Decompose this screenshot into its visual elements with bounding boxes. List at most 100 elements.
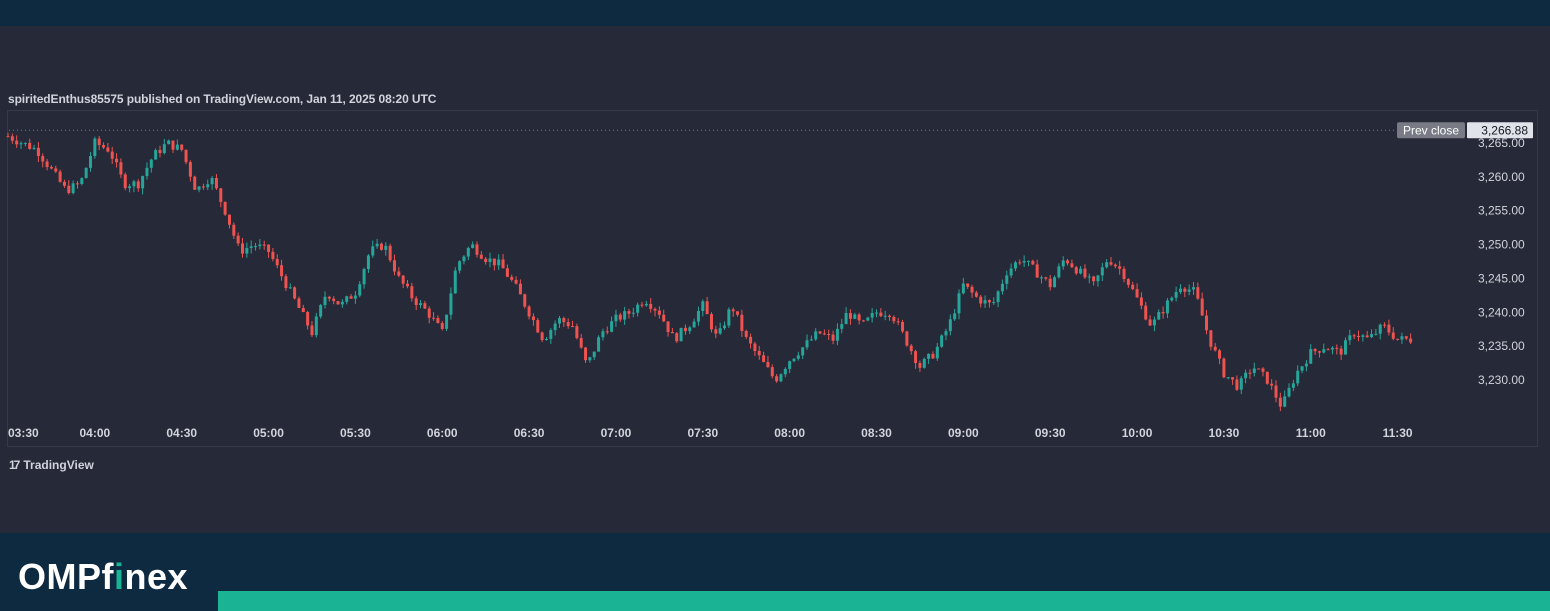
candle-body xyxy=(397,271,401,276)
candle-body xyxy=(683,327,687,332)
candle-body xyxy=(1122,268,1126,280)
candle-body xyxy=(1118,266,1122,269)
candle-body xyxy=(340,301,344,305)
candle-body xyxy=(375,243,379,247)
candle-body xyxy=(692,321,696,328)
candle-body xyxy=(705,301,709,315)
x-tick-label: 06:30 xyxy=(514,426,545,440)
candle-body xyxy=(1322,349,1326,353)
candle-body xyxy=(162,144,166,154)
x-tick-label: 11:30 xyxy=(1383,426,1413,440)
candle-body xyxy=(531,316,535,321)
candle-body xyxy=(1235,379,1239,390)
candle-body xyxy=(544,338,548,341)
candle-body xyxy=(484,258,488,263)
candle-body xyxy=(575,326,579,339)
x-tick-label: 04:00 xyxy=(79,426,110,440)
candle-body xyxy=(1192,287,1196,290)
candle-body xyxy=(1109,262,1113,265)
candle-body xyxy=(432,317,436,319)
candle-body xyxy=(115,158,119,163)
candle-body xyxy=(1105,262,1109,268)
candle-body xyxy=(957,293,961,314)
candle-body xyxy=(1053,277,1057,288)
candle-body xyxy=(1265,371,1269,384)
candle-body xyxy=(1157,312,1161,320)
candle-body xyxy=(948,319,952,332)
candle-body xyxy=(701,301,705,312)
candle-body xyxy=(110,151,114,159)
candle-body xyxy=(1335,347,1339,349)
y-tick-label: 3,235.00 xyxy=(1478,339,1525,353)
candle-body xyxy=(779,374,783,382)
candle-body xyxy=(227,214,231,225)
candle-body xyxy=(262,244,266,246)
candle-body xyxy=(119,162,123,175)
candle-body xyxy=(653,308,657,311)
candle-body xyxy=(1009,268,1013,276)
candle-body xyxy=(245,247,249,254)
tradingview-logo[interactable]: 17 TradingView xyxy=(9,458,94,472)
candle-body xyxy=(718,328,722,334)
candle-body xyxy=(345,296,349,302)
candle-body xyxy=(1187,289,1191,292)
candle-body xyxy=(219,188,223,202)
candle-body xyxy=(1196,287,1200,299)
candle-body xyxy=(154,150,158,160)
x-tick-label: 09:00 xyxy=(948,426,979,440)
candle-body xyxy=(1313,349,1317,352)
candle-body xyxy=(123,174,127,189)
candle-body xyxy=(1291,383,1295,388)
candle-body xyxy=(1348,335,1352,341)
candle-body xyxy=(45,161,49,167)
candle-body xyxy=(1378,324,1382,334)
candle-body xyxy=(592,351,596,358)
candle-body xyxy=(15,140,19,145)
candle-body xyxy=(197,186,201,190)
candle-body xyxy=(527,306,531,317)
candle-body xyxy=(1296,370,1300,384)
candle-body xyxy=(1248,372,1252,374)
candle-body xyxy=(844,313,848,325)
candle-body xyxy=(184,149,188,163)
candle-body xyxy=(688,327,692,332)
candle-body xyxy=(1057,266,1061,278)
candle-body xyxy=(840,324,844,329)
candle-body xyxy=(232,224,236,236)
candle-body xyxy=(1113,264,1117,267)
candle-body xyxy=(1152,319,1156,326)
candle-body xyxy=(979,296,983,304)
candle-body xyxy=(1274,385,1278,398)
candle-body xyxy=(1239,378,1243,390)
candle-body xyxy=(657,310,661,315)
candle-body xyxy=(349,296,353,299)
candle-body xyxy=(414,298,418,306)
candle-body xyxy=(1213,346,1217,351)
candle-body xyxy=(267,244,271,252)
candle-body xyxy=(132,181,136,187)
tradingview-logo-text: TradingView xyxy=(23,458,94,472)
candle-body xyxy=(319,305,323,317)
candle-body xyxy=(1170,297,1174,301)
candle-body xyxy=(1178,288,1182,293)
candle-body xyxy=(479,254,483,259)
candle-body xyxy=(497,259,501,266)
brand-part-4: nex xyxy=(124,556,189,597)
candle-body xyxy=(171,140,175,150)
candle-body xyxy=(1048,278,1052,288)
candle-body xyxy=(940,335,944,347)
candle-body xyxy=(740,314,744,331)
candle-body xyxy=(757,350,761,356)
candle-body xyxy=(788,361,792,369)
candle-body xyxy=(1209,330,1213,347)
candle-body xyxy=(1200,298,1204,316)
candle-body xyxy=(440,323,444,329)
candle-body xyxy=(102,145,106,148)
candle-body xyxy=(384,245,388,250)
candle-body xyxy=(1278,397,1282,407)
candle-body xyxy=(1061,260,1065,267)
candlestick-chart[interactable]: 3,230.00 3,235.00 3,240.00 3,245.00 3,250.00… xyxy=(0,0,1550,611)
candle-body xyxy=(249,246,253,248)
candle-body xyxy=(62,181,66,186)
candle-body xyxy=(996,291,1000,303)
